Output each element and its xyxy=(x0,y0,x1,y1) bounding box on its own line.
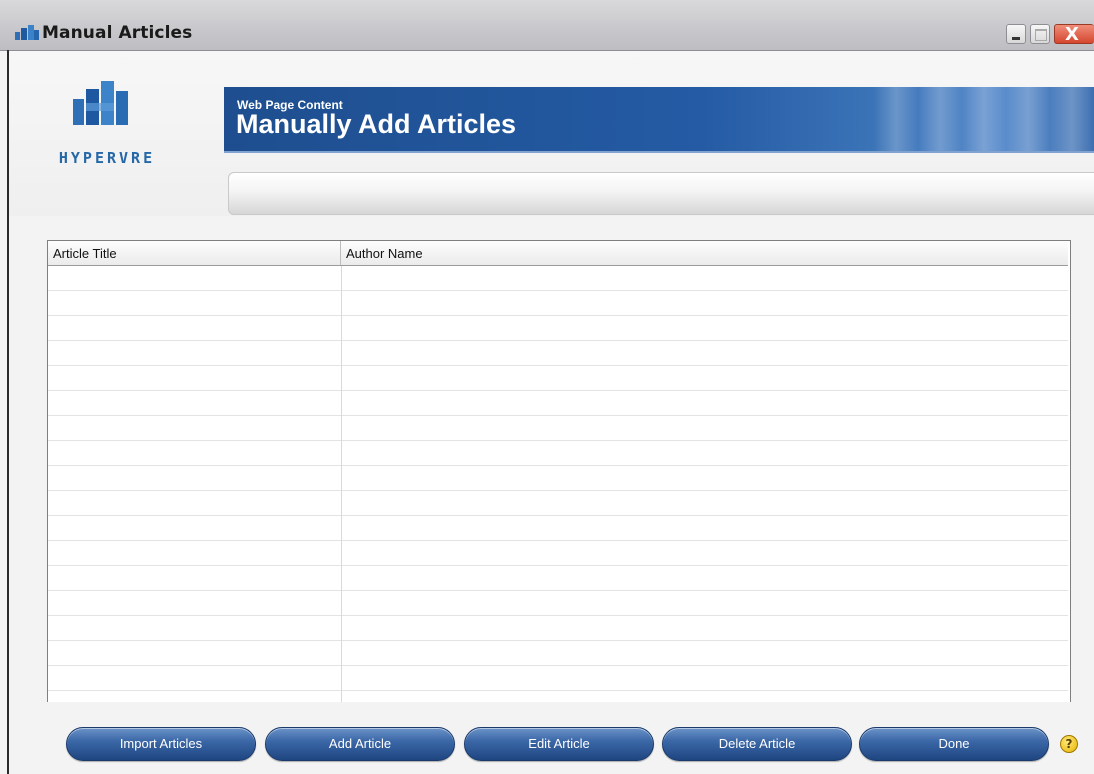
table-row[interactable] xyxy=(48,266,1068,291)
table-row[interactable] xyxy=(48,441,1068,466)
table-row[interactable] xyxy=(48,541,1068,566)
window-title: Manual Articles xyxy=(42,23,193,43)
import-articles-button[interactable]: Import Articles xyxy=(66,727,256,761)
banner-decoration xyxy=(874,87,1094,151)
maximize-button[interactable] xyxy=(1030,24,1050,44)
table-header: Article Title Author Name xyxy=(48,241,1068,266)
table-row[interactable] xyxy=(48,616,1068,641)
delete-article-button[interactable]: Delete Article xyxy=(662,727,852,761)
column-header-article-title[interactable]: Article Title xyxy=(48,241,341,265)
column-divider xyxy=(341,266,342,703)
table-row[interactable] xyxy=(48,666,1068,691)
app-icon xyxy=(15,25,39,40)
table-row[interactable] xyxy=(48,291,1068,316)
table-row[interactable] xyxy=(48,491,1068,516)
column-header-author-name[interactable]: Author Name xyxy=(341,241,1068,265)
manual-articles-window: Manual Articles X HYPERVRE Web Page Cont… xyxy=(0,0,1094,774)
close-button[interactable]: X xyxy=(1054,24,1094,45)
table-row[interactable] xyxy=(48,416,1068,441)
hypervre-logo-icon xyxy=(73,81,128,125)
header: HYPERVRE Web Page Content Manually Add A… xyxy=(9,51,1094,216)
articles-table[interactable]: Article Title Author Name xyxy=(47,240,1071,703)
table-row[interactable] xyxy=(48,566,1068,591)
title-bar[interactable]: Manual Articles X xyxy=(0,0,1094,51)
table-row[interactable] xyxy=(48,466,1068,491)
table-row[interactable] xyxy=(48,366,1068,391)
page-title: Manually Add Articles xyxy=(236,109,517,139)
table-row[interactable] xyxy=(48,591,1068,616)
table-row[interactable] xyxy=(48,316,1068,341)
help-icon[interactable]: ? xyxy=(1060,735,1078,753)
done-button[interactable]: Done xyxy=(859,727,1049,761)
minimize-button[interactable] xyxy=(1006,24,1026,44)
close-icon: X xyxy=(1065,24,1079,45)
table-body[interactable] xyxy=(48,266,1068,703)
page-banner: Web Page Content Manually Add Articles xyxy=(224,87,1094,153)
table-row[interactable] xyxy=(48,516,1068,541)
table-row[interactable] xyxy=(48,641,1068,666)
table-row[interactable] xyxy=(48,391,1068,416)
logo-text: HYPERVRE xyxy=(58,149,156,167)
add-article-button[interactable]: Add Article xyxy=(265,727,455,761)
table-row[interactable] xyxy=(48,341,1068,366)
toolbar-strip xyxy=(228,172,1094,215)
edit-article-button[interactable]: Edit Article xyxy=(464,727,654,761)
